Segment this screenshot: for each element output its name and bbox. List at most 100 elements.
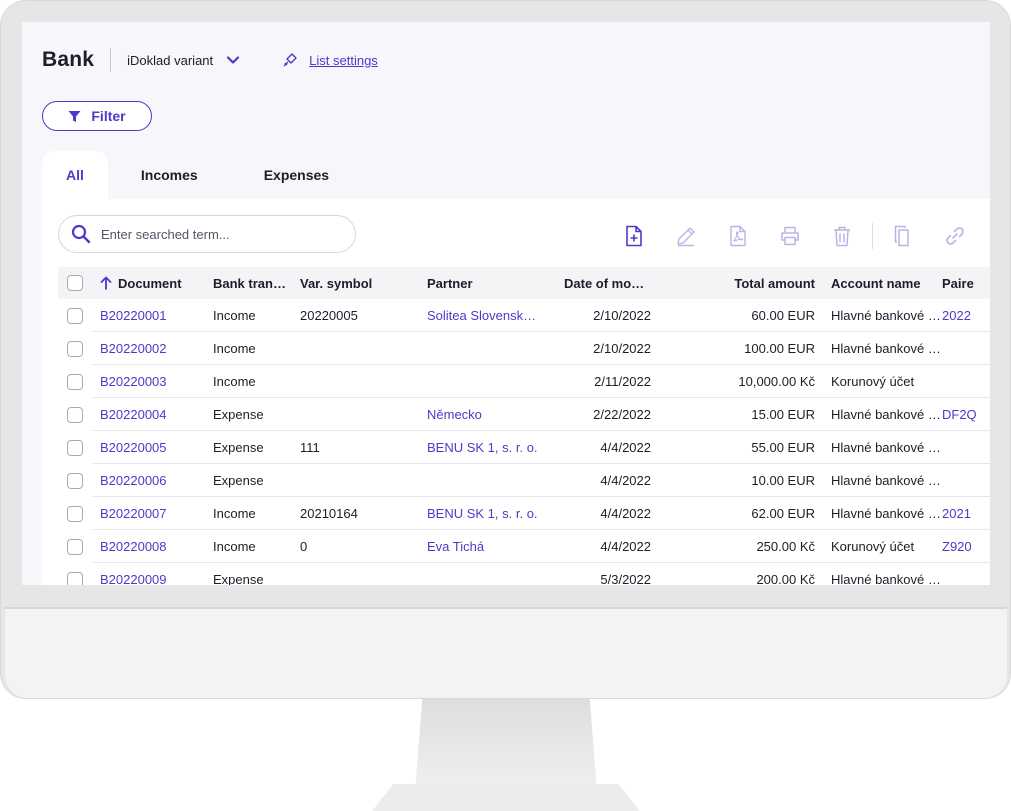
row-checkbox[interactable] (67, 538, 83, 555)
total-amount: 250.00 Kč (756, 538, 815, 554)
monitor-stand-base (372, 784, 640, 811)
table-row[interactable]: B20220005 Expense 111 BENU SK 1, s. r. o… (58, 431, 990, 464)
row-checkbox[interactable] (67, 472, 83, 489)
transaction-type: Income (213, 307, 256, 323)
link-button[interactable] (929, 222, 981, 250)
document-link[interactable]: B20220005 (92, 440, 213, 455)
print-button[interactable] (764, 222, 816, 250)
edit-button[interactable] (660, 222, 712, 250)
partner-link[interactable]: BENU SK 1, s. r. o. (427, 440, 544, 455)
col-partner[interactable]: Partner (427, 276, 544, 291)
chevron-down-icon[interactable] (225, 52, 241, 68)
col-paired[interactable]: Paire (942, 276, 982, 291)
content-panel: Document Bank tran… Var. symbol Partner … (42, 199, 990, 585)
row-check-cell (58, 365, 92, 398)
list-settings-link[interactable]: List settings (281, 51, 378, 69)
row-check-cell (58, 530, 92, 563)
date: 4/4/2022 (600, 472, 651, 488)
list-settings-label: List settings (309, 52, 378, 68)
table-row[interactable]: B20220002 Income 2/10/2022 100.00 EUR Hl… (58, 332, 990, 365)
table-row[interactable]: B20220001 Income 20220005 Solitea Sloven… (58, 299, 990, 332)
col-var-symbol[interactable]: Var. symbol (300, 276, 427, 291)
document-link[interactable]: B20220008 (92, 539, 213, 554)
total-amount: 62.00 EUR (751, 505, 815, 521)
date: 4/4/2022 (600, 505, 651, 521)
var-symbol: 20210164 (300, 505, 358, 521)
row-check-cell (58, 497, 92, 530)
document-link[interactable]: B20220006 (92, 473, 213, 488)
table-row[interactable]: B20220003 Income 2/11/2022 10,000.00 Kč … (58, 365, 990, 398)
new-document-button[interactable] (608, 222, 660, 250)
bank-table: Document Bank tran… Var. symbol Partner … (58, 267, 990, 585)
total-amount: 60.00 EUR (751, 307, 815, 323)
page-header: Bank iDoklad variant List settings (42, 48, 378, 72)
total-amount: 55.00 EUR (751, 439, 815, 455)
account-name: Hlavné bankové … (831, 505, 941, 521)
table-row[interactable]: B20220009 Expense 5/3/2022 200.00 Kč Hla… (58, 563, 990, 585)
edit-icon (677, 227, 695, 247)
partner-link[interactable]: Solitea Slovensk… (427, 308, 544, 323)
total-amount: 10.00 EUR (751, 472, 815, 488)
variant-selector[interactable]: iDoklad variant (127, 53, 213, 68)
transaction-type: Expense (213, 406, 264, 422)
row-checkbox[interactable] (67, 439, 83, 456)
row-checkbox[interactable] (67, 373, 83, 390)
paired-document[interactable]: Z920 (942, 539, 982, 554)
select-all-checkbox[interactable] (67, 275, 83, 291)
pdf-icon (730, 225, 746, 247)
sort-ascending-icon (100, 276, 112, 290)
search-box[interactable] (58, 215, 356, 253)
var-symbol: 0 (300, 538, 308, 554)
account-name: Korunový účet (831, 538, 915, 554)
document-link[interactable]: B20220004 (92, 407, 213, 422)
table-row[interactable]: B20220007 Income 20210164 BENU SK 1, s. … (58, 497, 990, 530)
filter-button[interactable]: Filter (42, 101, 152, 131)
row-checkbox[interactable] (67, 340, 83, 357)
filter-label: Filter (91, 108, 126, 124)
row-checkbox[interactable] (67, 571, 83, 585)
paired-document[interactable]: 2021 (942, 506, 982, 521)
col-total-amount[interactable]: Total amount (651, 276, 815, 291)
partner-link[interactable]: Eva Tichá (427, 539, 544, 554)
table-row[interactable]: B20220008 Income 0 Eva Tichá 4/4/2022 25… (58, 530, 990, 563)
transaction-type: Income (213, 538, 256, 554)
total-amount: 200.00 Kč (756, 571, 815, 586)
table-row[interactable]: B20220006 Expense 4/4/2022 10.00 EUR Hla… (58, 464, 990, 497)
account-name: Korunový účet (831, 373, 915, 389)
tab-expenses[interactable]: Expenses (231, 151, 362, 199)
tab-incomes[interactable]: Incomes (108, 151, 231, 199)
paired-document[interactable]: 2022 (942, 308, 982, 323)
col-document-label: Document (118, 275, 182, 291)
partner-link[interactable]: BENU SK 1, s. r. o. (427, 506, 544, 521)
row-checkbox[interactable] (67, 406, 83, 423)
toolbar-divider (872, 223, 873, 249)
var-symbol: 20220005 (300, 307, 358, 323)
col-date[interactable]: Date of move… (544, 276, 651, 291)
transaction-type: Expense (213, 472, 264, 488)
col-document[interactable]: Document (92, 276, 213, 291)
document-link[interactable]: B20220003 (92, 374, 213, 389)
table-row[interactable]: B20220004 Expense Německo 2/22/2022 15.0… (58, 398, 990, 431)
document-link[interactable]: B20220001 (92, 308, 213, 323)
partner-link[interactable]: Německo (427, 407, 544, 422)
date: 5/3/2022 (600, 571, 651, 586)
pdf-button[interactable] (712, 222, 764, 250)
col-bank-transaction[interactable]: Bank tran… (213, 276, 300, 291)
date: 2/10/2022 (593, 307, 651, 323)
search-input[interactable] (99, 225, 343, 243)
row-checkbox[interactable] (67, 505, 83, 522)
paired-document[interactable]: DF2Q (942, 407, 982, 422)
document-link[interactable]: B20220009 (92, 572, 213, 586)
new-document-icon (626, 225, 642, 247)
col-account-name[interactable]: Account name (815, 276, 942, 291)
tab-all[interactable]: All (42, 151, 108, 199)
toolbar (608, 222, 981, 250)
document-link[interactable]: B20220002 (92, 341, 213, 356)
delete-button[interactable] (816, 222, 868, 250)
copy-button[interactable] (877, 222, 929, 250)
row-checkbox[interactable] (67, 307, 83, 324)
total-amount: 10,000.00 Kč (738, 373, 815, 389)
document-link[interactable]: B20220007 (92, 506, 213, 521)
transaction-type: Income (213, 340, 256, 356)
row-check-cell (58, 563, 92, 585)
